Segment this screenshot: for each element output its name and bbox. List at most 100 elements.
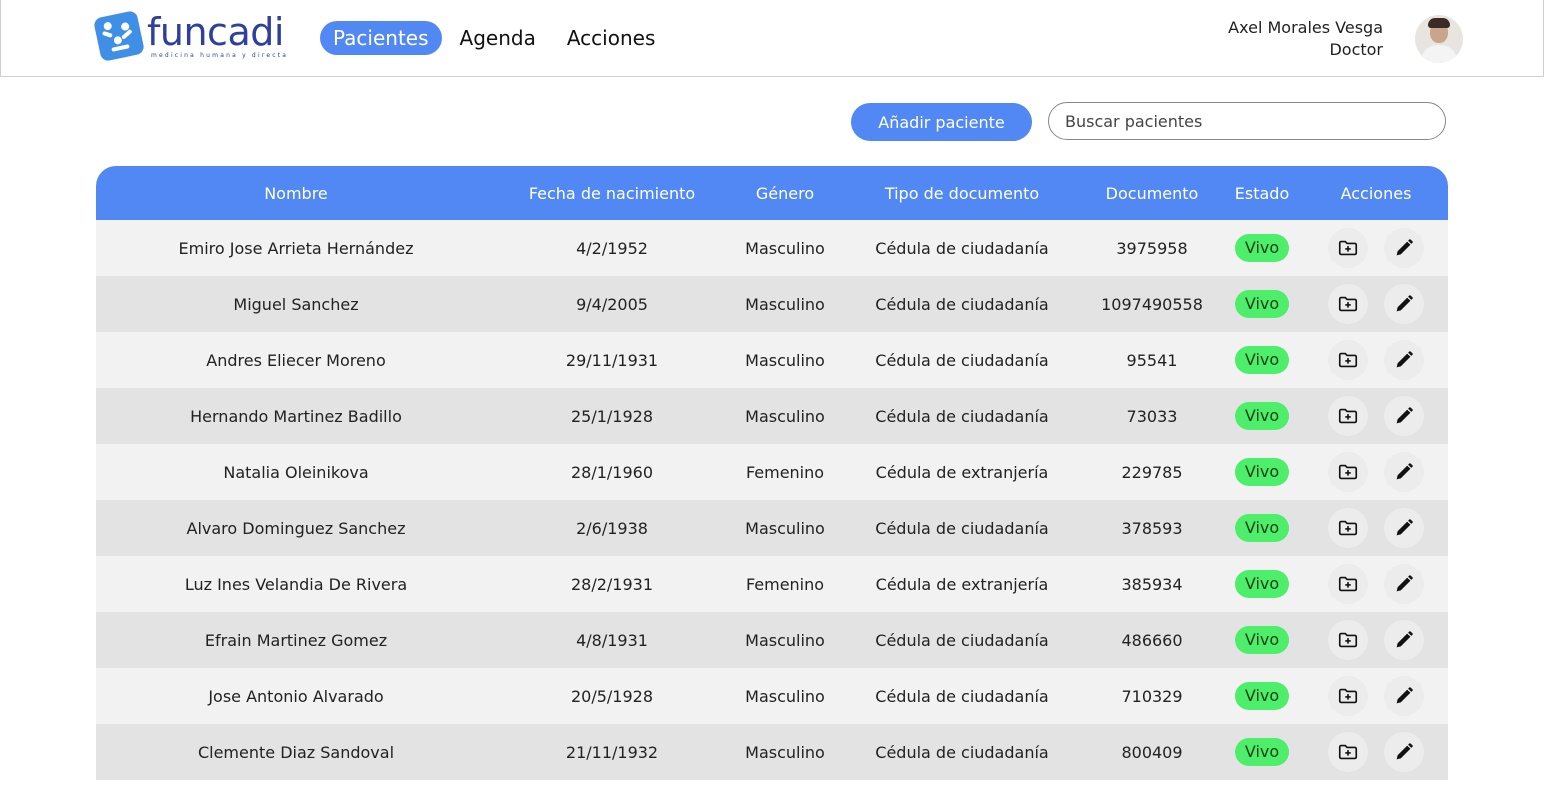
cell-fecha-nacimiento: 28/2/1931: [570, 574, 654, 594]
nav-acciones[interactable]: Acciones: [554, 21, 669, 55]
logo-tagline: medicina humana y directa: [151, 52, 289, 59]
cell-nombre: Emiro Jose Arrieta Hernández: [178, 238, 414, 258]
open-records-button[interactable]: [1328, 508, 1368, 548]
cell-estado: Vivo: [1222, 724, 1302, 780]
table-row[interactable]: Natalia Oleinikova 28/1/1960 Femenino Cé…: [96, 444, 1448, 500]
cell-nombre: Jose Antonio Alvarado: [208, 686, 384, 706]
edit-patient-button[interactable]: [1384, 508, 1424, 548]
table-row[interactable]: Efrain Martinez Gomez 4/8/1931 Masculino…: [96, 612, 1448, 668]
header-tipo-documento[interactable]: Tipo de documento: [862, 166, 1062, 220]
cell-documento: 800409: [1121, 742, 1183, 762]
pencil-edit-icon: [1396, 687, 1413, 704]
search-patients-input[interactable]: [1048, 102, 1446, 140]
table-row[interactable]: Alvaro Dominguez Sanchez 2/6/1938 Mascul…: [96, 500, 1448, 556]
cell-documento: 378593: [1121, 518, 1183, 538]
cell-tipo-documento: Cédula de extranjería: [875, 574, 1049, 594]
edit-patient-button[interactable]: [1384, 676, 1424, 716]
pencil-edit-icon: [1396, 239, 1413, 256]
cell-estado: Vivo: [1222, 444, 1302, 500]
folder-add-icon: [1338, 688, 1358, 704]
open-records-button[interactable]: [1328, 620, 1368, 660]
cell-tipo-documento: Cédula de ciudadanía: [875, 294, 1049, 314]
cell-documento: 385934: [1121, 574, 1183, 594]
open-records-button[interactable]: [1328, 284, 1368, 324]
open-records-button[interactable]: [1328, 732, 1368, 772]
edit-patient-button[interactable]: [1384, 228, 1424, 268]
edit-patient-button[interactable]: [1384, 732, 1424, 772]
cell-estado: Vivo: [1222, 668, 1302, 724]
cell-tipo-documento: Cédula de ciudadanía: [875, 742, 1049, 762]
folder-add-icon: [1338, 408, 1358, 424]
cell-fecha-nacimiento: 4/8/1931: [576, 630, 648, 650]
header-genero[interactable]: Género: [720, 166, 850, 220]
folder-add-icon: [1338, 632, 1358, 648]
add-patient-button[interactable]: Añadir paciente: [851, 103, 1032, 141]
cell-genero: Masculino: [745, 518, 825, 538]
status-badge: Vivo: [1234, 402, 1290, 430]
cell-tipo-documento: Cédula de ciudadanía: [875, 406, 1049, 426]
edit-patient-button[interactable]: [1384, 340, 1424, 380]
cell-documento: 73033: [1126, 406, 1178, 426]
pencil-edit-icon: [1396, 407, 1413, 424]
table-row[interactable]: Hernando Martinez Badillo 25/1/1928 Masc…: [96, 388, 1448, 444]
folder-add-icon: [1338, 744, 1358, 760]
open-records-button[interactable]: [1328, 564, 1368, 604]
cell-nombre: Miguel Sanchez: [233, 294, 359, 314]
logo-wordmark: funcadi: [147, 10, 284, 54]
open-records-button[interactable]: [1328, 396, 1368, 436]
cell-fecha-nacimiento: 2/6/1938: [576, 518, 648, 538]
status-badge: Vivo: [1234, 458, 1290, 486]
edit-patient-button[interactable]: [1384, 620, 1424, 660]
cell-genero: Masculino: [745, 630, 825, 650]
cell-nombre: Luz Ines Velandia De Rivera: [184, 574, 408, 594]
pencil-edit-icon: [1396, 463, 1413, 480]
edit-patient-button[interactable]: [1384, 284, 1424, 324]
cell-tipo-documento: Cédula de extranjería: [875, 462, 1049, 482]
table-row[interactable]: Luz Ines Velandia De Rivera 28/2/1931 Fe…: [96, 556, 1448, 612]
cell-fecha-nacimiento: 28/1/1960: [570, 462, 654, 482]
status-badge: Vivo: [1234, 626, 1290, 654]
header-fecha-nacimiento[interactable]: Fecha de nacimiento: [512, 166, 712, 220]
header-estado[interactable]: Estado: [1222, 166, 1302, 220]
cell-estado: Vivo: [1222, 276, 1302, 332]
nav-agenda[interactable]: Agenda: [447, 21, 549, 55]
status-badge: Vivo: [1234, 682, 1290, 710]
cell-nombre: Efrain Martinez Gomez: [204, 630, 388, 650]
edit-patient-button[interactable]: [1384, 396, 1424, 436]
cell-fecha-nacimiento: 25/1/1928: [570, 406, 654, 426]
cell-documento: 710329: [1121, 686, 1183, 706]
open-records-button[interactable]: [1328, 340, 1368, 380]
cell-nombre: Alvaro Dominguez Sanchez: [186, 518, 406, 538]
cell-documento: 3975958: [1116, 238, 1188, 258]
pencil-edit-icon: [1396, 631, 1413, 648]
user-avatar[interactable]: [1415, 15, 1463, 63]
nav-pacientes[interactable]: Pacientes: [320, 21, 442, 55]
cell-estado: Vivo: [1222, 332, 1302, 388]
funcadi-logo[interactable]: funcadi medicina humana y directa: [92, 9, 286, 63]
table-row[interactable]: Jose Antonio Alvarado 20/5/1928 Masculin…: [96, 668, 1448, 724]
cell-tipo-documento: Cédula de ciudadanía: [875, 630, 1049, 650]
status-badge: Vivo: [1234, 514, 1290, 542]
cell-tipo-documento: Cédula de ciudadanía: [875, 350, 1049, 370]
edit-patient-button[interactable]: [1384, 452, 1424, 492]
table-row[interactable]: Emiro Jose Arrieta Hernández 4/2/1952 Ma…: [96, 220, 1448, 276]
cell-nombre: Natalia Oleinikova: [223, 462, 369, 482]
user-info: Axel Morales Vesga Doctor: [1228, 17, 1383, 61]
open-records-button[interactable]: [1328, 676, 1368, 716]
header-documento[interactable]: Documento: [1092, 166, 1212, 220]
table-row[interactable]: Miguel Sanchez 9/4/2005 Masculino Cédula…: [96, 276, 1448, 332]
cell-documento: 95541: [1126, 350, 1178, 370]
cell-estado: Vivo: [1222, 388, 1302, 444]
header-nombre[interactable]: Nombre: [96, 166, 496, 220]
open-records-button[interactable]: [1328, 452, 1368, 492]
cell-documento: 486660: [1121, 630, 1183, 650]
folder-add-icon: [1338, 296, 1358, 312]
status-badge: Vivo: [1234, 346, 1290, 374]
cell-genero: Masculino: [745, 742, 825, 762]
table-row[interactable]: Andres Eliecer Moreno 29/11/1931 Masculi…: [96, 332, 1448, 388]
open-records-button[interactable]: [1328, 228, 1368, 268]
table-row[interactable]: Clemente Diaz Sandoval 21/11/1932 Mascul…: [96, 724, 1448, 780]
edit-patient-button[interactable]: [1384, 564, 1424, 604]
pencil-edit-icon: [1396, 295, 1413, 312]
cell-fecha-nacimiento: 29/11/1931: [565, 350, 659, 370]
